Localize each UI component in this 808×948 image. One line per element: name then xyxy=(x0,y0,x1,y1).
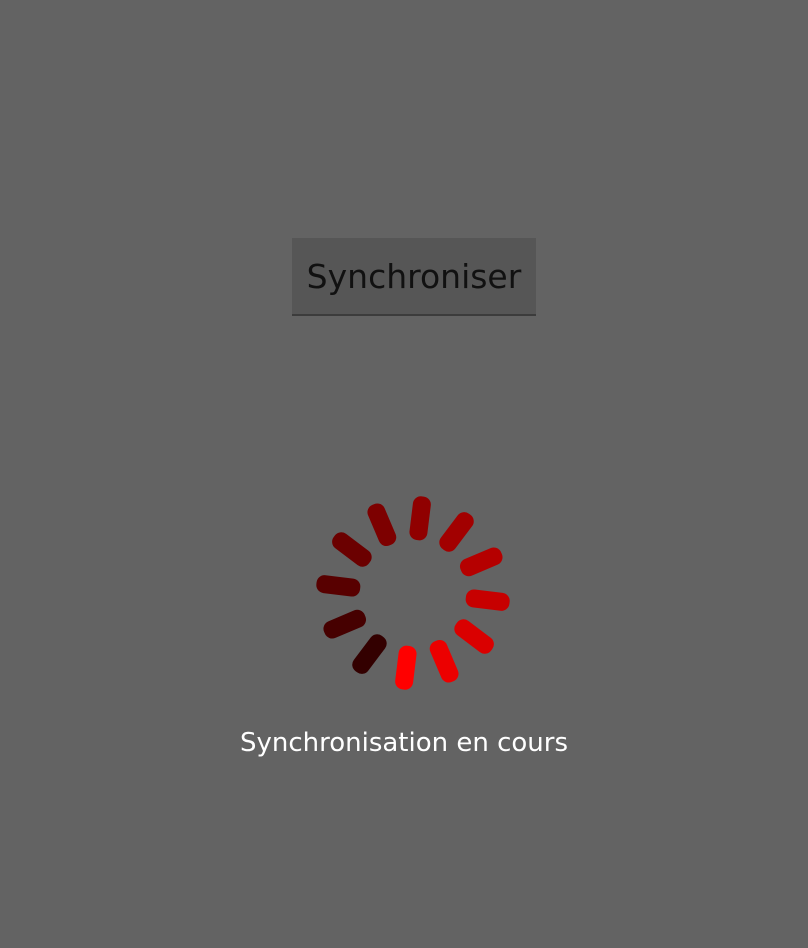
spinner-segment xyxy=(409,496,431,541)
spinner-segment xyxy=(352,634,387,674)
spinner-segment xyxy=(395,645,417,690)
spinner-segment xyxy=(454,619,494,654)
spinner-segment xyxy=(459,547,503,577)
spinner-segment xyxy=(367,503,397,547)
spinner-segment xyxy=(439,512,474,552)
spinner-segment xyxy=(316,575,361,597)
sync-button[interactable]: Synchroniser xyxy=(292,238,536,316)
spinner-segment xyxy=(465,589,510,611)
spinner-segment xyxy=(332,532,372,567)
loading-spinner-icon xyxy=(316,496,510,690)
sync-status-text: Synchronisation en cours xyxy=(239,728,569,758)
spinner-segment xyxy=(323,609,367,639)
sync-screen: Synchroniser Synchronisation en cours xyxy=(0,0,808,948)
spinner-segment xyxy=(429,639,459,683)
